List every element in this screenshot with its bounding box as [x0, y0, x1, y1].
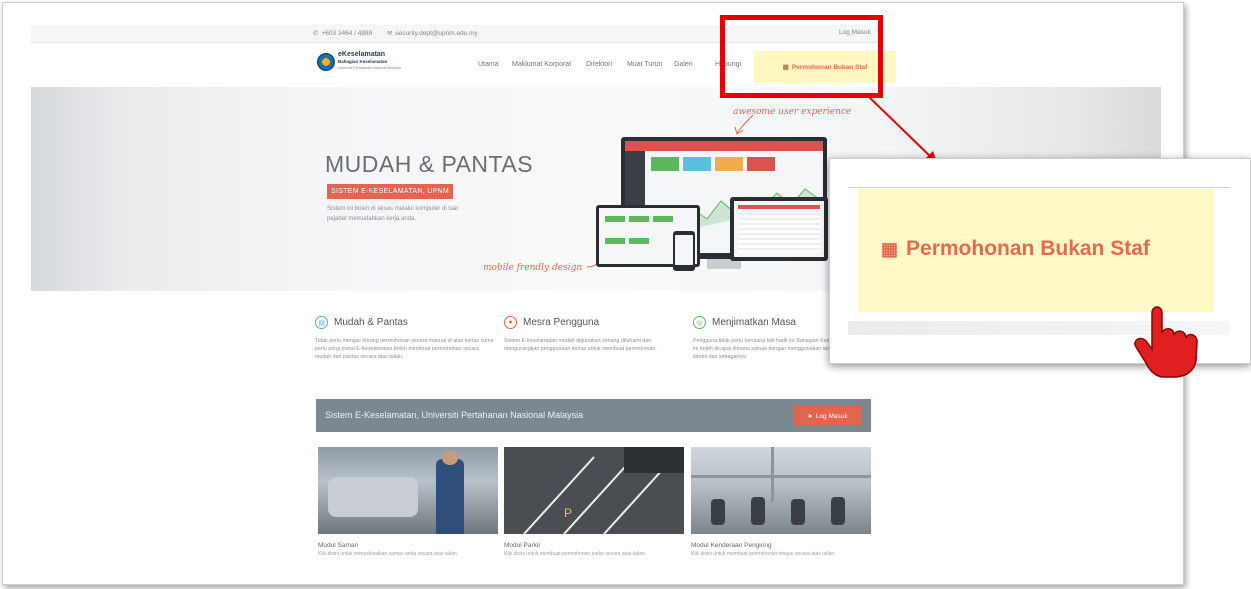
hand-pointer-icon	[1134, 306, 1198, 378]
calendar-icon: ▦	[881, 238, 899, 259]
zoomed-label: Permohonan Bukan Staf	[906, 237, 1150, 260]
zoom-callout: ▦ Permohonan Bukan Staf	[829, 158, 1251, 378]
zoomed-non-staff-button[interactable]: ▦ Permohonan Bukan Staf	[858, 189, 1214, 312]
zoomed-label-row: ▦ Permohonan Bukan Staf	[881, 237, 1150, 261]
